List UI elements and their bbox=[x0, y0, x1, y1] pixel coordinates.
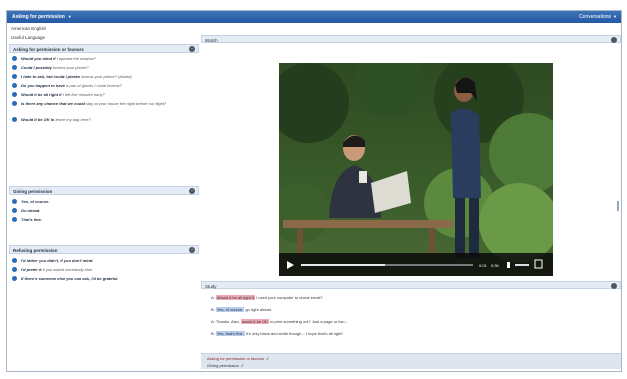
checkmark-icon: ✓ bbox=[240, 363, 245, 368]
speaker-icon[interactable] bbox=[12, 276, 17, 281]
video-frame-image: 0:01 0:30 bbox=[279, 63, 553, 276]
lesson-title-dropdown[interactable]: Asking for permission ▼ bbox=[12, 14, 72, 20]
collapse-toggle-icon[interactable] bbox=[611, 283, 617, 289]
app-window: Asking for permission ▼ Conversations ▼ Am… bbox=[6, 10, 622, 372]
footer-category-giving[interactable]: Giving permission ✓ bbox=[207, 363, 244, 368]
speaker-icon[interactable] bbox=[12, 92, 17, 97]
watch-label: Watch bbox=[205, 37, 218, 43]
phrase-item[interactable]: I'd prefer it if you asked somebody else… bbox=[12, 267, 198, 272]
chevron-down-icon: ▼ bbox=[67, 14, 72, 19]
speaker-icon[interactable] bbox=[12, 74, 17, 79]
dialogue-line: A: Would it be all right if I used your … bbox=[211, 295, 323, 300]
study-header[interactable]: Study bbox=[201, 281, 621, 289]
phrase-item[interactable]: Would you mind if I opened the window? bbox=[12, 56, 198, 61]
phrase-item[interactable]: Go ahead. bbox=[12, 208, 198, 213]
collapse-toggle-icon[interactable] bbox=[611, 37, 617, 43]
speaker-icon[interactable] bbox=[12, 83, 17, 88]
speaker-icon[interactable] bbox=[12, 101, 17, 106]
scrollbar[interactable] bbox=[617, 201, 619, 211]
speaker-icon[interactable] bbox=[12, 65, 17, 70]
phrase-item[interactable]: Yes, of course. bbox=[12, 199, 198, 204]
speaker-icon[interactable] bbox=[12, 208, 17, 213]
section-header-refusing[interactable]: Refusing permission − bbox=[9, 245, 199, 254]
phrase-item[interactable]: Would it be all right if I left five min… bbox=[12, 92, 198, 97]
video-duration: 0:30 bbox=[491, 263, 500, 268]
dialogue-line: B: Yes, of course, go right ahead. bbox=[211, 307, 273, 312]
collapse-toggle-icon[interactable]: − bbox=[189, 188, 195, 194]
study-label: Study bbox=[205, 283, 217, 289]
phrase-item[interactable]: Could I possibly borrow your phone? bbox=[12, 65, 198, 70]
section-header-asking[interactable]: Asking for permission or favours − bbox=[9, 44, 199, 53]
phrase-item[interactable]: That's fine. bbox=[12, 217, 198, 222]
useful-language-panel: American English Useful Language Asking … bbox=[9, 25, 199, 369]
chevron-down-icon: ▼ bbox=[613, 14, 617, 19]
phrase-item[interactable]: If there's someone else you can ask, I'd… bbox=[12, 276, 198, 281]
section-title: Refusing permission bbox=[13, 248, 58, 253]
watch-header[interactable]: Watch bbox=[201, 35, 621, 43]
phrase-item[interactable]: Would it be OK to leave my bag here? bbox=[12, 117, 198, 122]
speaker-icon[interactable] bbox=[12, 199, 17, 204]
content-panel: Watch 0:01 0:30 Study A: Would it be all… bbox=[201, 25, 621, 369]
video-time: 0:01 bbox=[479, 263, 488, 268]
section-title: Giving permission bbox=[13, 189, 53, 194]
useful-language-heading: Useful Language bbox=[11, 35, 46, 40]
title-bar: Asking for permission ▼ Conversations ▼ bbox=[7, 11, 621, 23]
speaker-icon[interactable] bbox=[12, 217, 17, 222]
conversations-menu[interactable]: Conversations ▼ bbox=[579, 14, 617, 20]
language-label: American English bbox=[11, 26, 47, 31]
phrase-item[interactable]: I hate to ask, but could I please borrow… bbox=[12, 74, 198, 79]
phrase-item[interactable]: I'd rather you didn't, if you don't mind… bbox=[12, 258, 198, 263]
conversations-label: Conversations bbox=[579, 14, 612, 20]
volume-icon[interactable] bbox=[507, 262, 510, 268]
dialogue-line: B: Yes, that's fine. It's only black and… bbox=[211, 331, 343, 336]
phrase-item[interactable]: Do you happen to have a pair of gloves I… bbox=[12, 83, 198, 88]
speaker-icon[interactable] bbox=[12, 117, 17, 122]
lesson-title: Asking for permission bbox=[12, 14, 65, 20]
phrase-item[interactable]: Is there any chance that we could stay a… bbox=[12, 101, 198, 106]
category-footer: Asking for permission or favours ✓ Giving… bbox=[201, 353, 621, 369]
dialogue-line: A: Thanks. Also, would it be OK to print… bbox=[211, 319, 348, 324]
section-title: Asking for permission or favours bbox=[13, 47, 84, 52]
collapse-toggle-icon[interactable]: − bbox=[189, 46, 195, 52]
collapse-toggle-icon[interactable]: − bbox=[189, 247, 195, 253]
speaker-icon[interactable] bbox=[12, 258, 17, 263]
speaker-icon[interactable] bbox=[12, 56, 17, 61]
section-header-giving[interactable]: Giving permission − bbox=[9, 186, 199, 195]
video-player[interactable]: 0:01 0:30 bbox=[279, 63, 553, 276]
speaker-icon[interactable] bbox=[12, 267, 17, 272]
checkmark-icon: ✓ bbox=[266, 356, 270, 361]
footer-category-asking[interactable]: Asking for permission or favours ✓ bbox=[207, 356, 270, 361]
volume-slider[interactable] bbox=[515, 264, 529, 266]
